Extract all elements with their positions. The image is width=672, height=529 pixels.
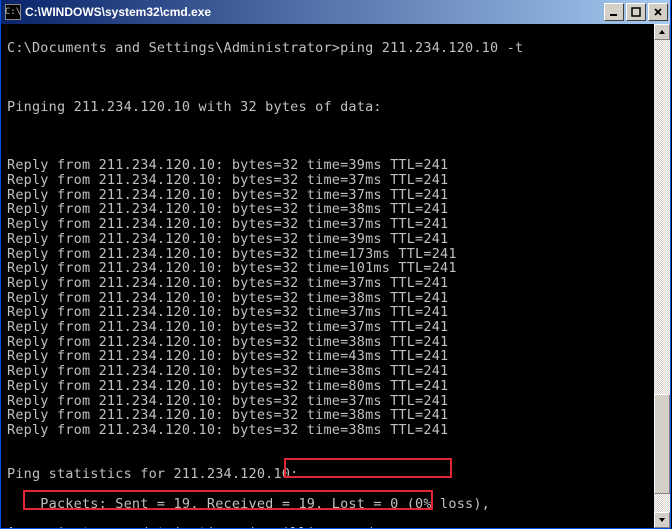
ping-replies: Reply from 211.234.120.10: bytes=32 time… [7, 157, 457, 438]
prompt-command: ping 211.234.120.10 -t [340, 40, 523, 56]
scroll-up-button[interactable] [654, 24, 670, 40]
cmd-window: C:\ C:\WINDOWS\system32\cmd.exe C:\Docum… [0, 0, 671, 529]
prompt-path: C:\Documents and Settings\Administrator> [7, 40, 340, 56]
scroll-track[interactable] [654, 40, 670, 512]
blank-line [7, 129, 652, 144]
ping-stats-title: Ping statistics for 211.234.120.10: [7, 467, 652, 482]
terminal-output[interactable]: C:\Documents and Settings\Administrator>… [1, 24, 654, 528]
minimize-button[interactable] [604, 3, 624, 21]
ping-header: Pinging 211.234.120.10 with 32 bytes of … [7, 100, 652, 115]
blank-line [7, 70, 652, 85]
scroll-down-button[interactable] [654, 512, 670, 528]
ping-packets-line: Packets: Sent = 19, Received = 19, Lost … [7, 497, 652, 512]
ping-approx-line: Approximate round trip times in milli-se… [7, 526, 652, 528]
titlebar[interactable]: C:\ C:\WINDOWS\system32\cmd.exe [1, 0, 670, 24]
content-row: C:\Documents and Settings\Administrator>… [1, 24, 670, 528]
cmd-icon: C:\ [5, 4, 21, 20]
packets-prefix: Packets: Sent = 19, Received = 19, [7, 496, 332, 512]
maximize-button[interactable] [626, 3, 646, 21]
vertical-scrollbar[interactable] [654, 24, 670, 528]
close-button[interactable] [648, 3, 668, 21]
window-controls [604, 3, 668, 21]
scroll-thumb[interactable] [654, 394, 670, 494]
prompt-line: C:\Documents and Settings\Administrator>… [7, 41, 652, 56]
blank-line [7, 438, 652, 453]
window-title: C:\WINDOWS\system32\cmd.exe [25, 5, 604, 19]
packets-lost: Lost = 0 (0% loss), [332, 496, 490, 512]
